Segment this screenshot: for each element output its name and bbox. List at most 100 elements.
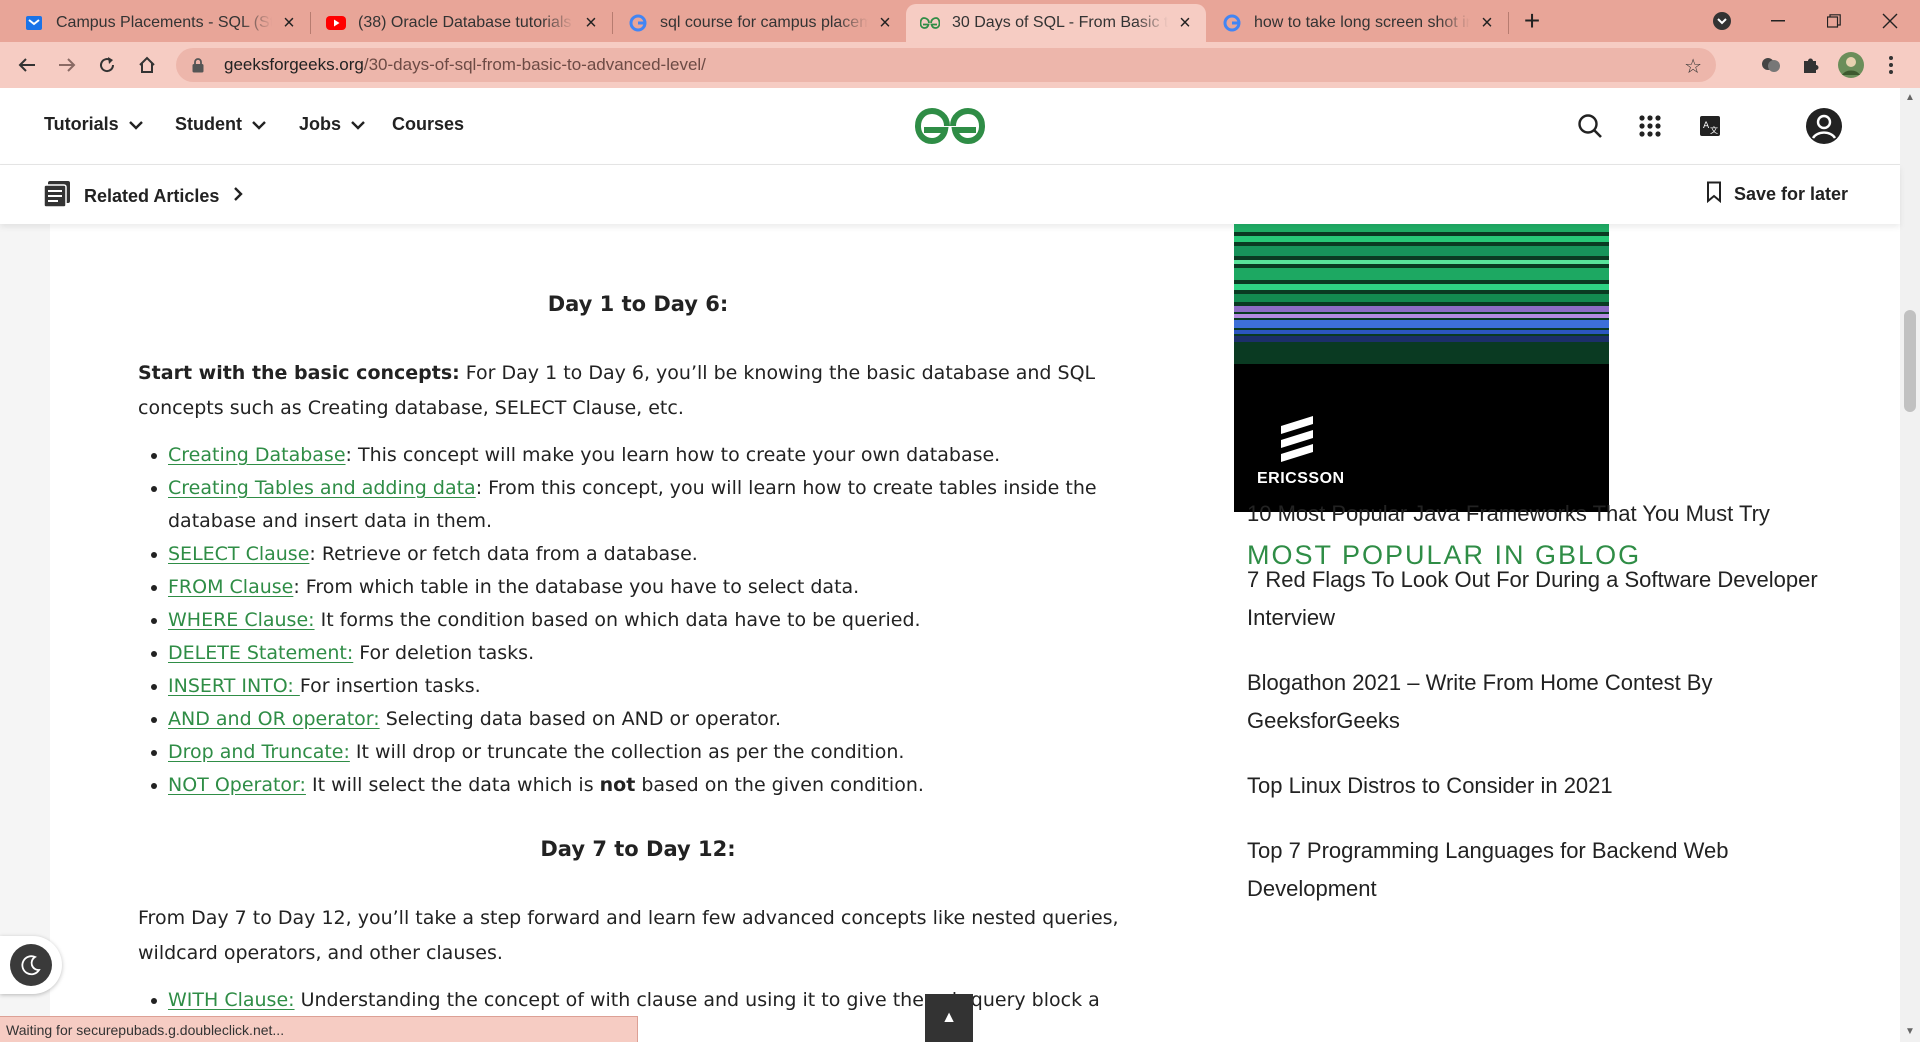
item-description: : From this concept, you will learn how … <box>475 477 1097 499</box>
article-content: Day 1 to Day 6: Start with the basic con… <box>50 224 1204 1018</box>
google-icon <box>1222 13 1242 33</box>
popular-article-link[interactable]: Blogathon 2021 – Write From Home Contest… <box>1247 664 1867 740</box>
back-to-top-button[interactable]: ▲ <box>925 994 973 1042</box>
close-tab-icon[interactable]: × <box>582 12 600 35</box>
popular-article-link[interactable]: Top Linux Distros to Consider in 2021 <box>1247 767 1867 805</box>
search-icon[interactable] <box>1574 110 1606 142</box>
item-description: : From which table in the database you h… <box>293 576 860 598</box>
concept-link[interactable]: INSERT INTO: <box>168 675 300 697</box>
list-item: AND and OR operator: Selecting data base… <box>151 703 1128 736</box>
popular-article-title-cont: Development <box>1247 876 1377 901</box>
tab-search-icon[interactable] <box>1694 0 1750 42</box>
browser-tab[interactable]: how to take long screen shot in w × <box>1208 4 1508 42</box>
popular-article-title: Blogathon 2021 – Write From Home Contest… <box>1247 670 1713 695</box>
popular-article-link[interactable]: 7 Red Flags To Look Out For During a Sof… <box>1247 561 1867 637</box>
svg-text:A: A <box>1703 121 1710 131</box>
list-item: Drop and Truncate: It will drop or trunc… <box>151 736 1128 769</box>
concept-link[interactable]: NOT Operator: <box>168 774 306 796</box>
home-icon[interactable] <box>132 50 162 80</box>
save-for-later-button[interactable]: Save for later <box>1706 181 1848 208</box>
nav-courses[interactable]: Courses <box>392 114 464 135</box>
popular-article-title-cont: GeeksforGeeks <box>1247 708 1400 733</box>
emphasis-text: not <box>599 774 636 796</box>
intro-text: From Day 7 to Day 12, you’ll take a step… <box>138 907 1119 929</box>
item-description: : This concept will make you learn how t… <box>345 444 1001 466</box>
reload-icon[interactable] <box>92 50 122 80</box>
browser-tab[interactable]: Campus Placements - SQL (Struc × <box>10 4 310 42</box>
concept-link[interactable]: Creating Tables and adding data <box>168 477 476 499</box>
list-item: WITH Clause: Understanding the concept o… <box>151 984 1128 1017</box>
user-account-icon[interactable] <box>1804 106 1844 146</box>
popular-article-title: Top 7 Programming Languages for Backend … <box>1247 838 1729 863</box>
section-intro: Start with the basic concepts: For Day 1… <box>138 356 1168 426</box>
extension-icon[interactable] <box>1756 50 1786 80</box>
concept-link[interactable]: SELECT Clause <box>168 543 309 565</box>
chevron-down-icon <box>252 114 266 135</box>
minimize-icon[interactable] <box>1750 0 1806 42</box>
scroll-down-arrow-icon[interactable]: ▼ <box>1905 1026 1915 1037</box>
concept-link[interactable]: WHERE Clause: <box>168 609 315 631</box>
extensions-puzzle-icon[interactable] <box>1796 50 1826 80</box>
lock-icon[interactable] <box>192 57 210 73</box>
forward-icon[interactable] <box>52 50 82 80</box>
url-path: /30-days-of-sql-from-basic-to-advanced-l… <box>363 55 706 74</box>
concept-link[interactable]: Creating Database <box>168 444 346 466</box>
popular-article-link[interactable]: 10 Most Popular Java Frameworks That You… <box>1247 495 1867 533</box>
translate-icon[interactable]: A文 <box>1694 110 1726 142</box>
close-tab-icon[interactable]: × <box>876 12 894 35</box>
restore-icon[interactable] <box>1806 0 1862 42</box>
concept-link[interactable]: AND and OR operator: <box>168 708 380 730</box>
browser-tab[interactable]: sql course for campus placement × <box>614 4 906 42</box>
articles-list-icon <box>43 181 72 212</box>
item-description: For deletion tasks. <box>353 642 535 664</box>
browser-menu-icon[interactable] <box>1876 50 1906 80</box>
concept-list: Creating Database: This concept will mak… <box>151 439 1128 802</box>
chevron-down-icon <box>351 114 365 135</box>
scrollbar-thumb[interactable] <box>1904 310 1916 412</box>
bookmark-star-icon[interactable]: ☆ <box>1684 54 1702 79</box>
close-tab-icon[interactable]: × <box>280 12 298 35</box>
page-scrollbar[interactable]: ▲ ▼ <box>1900 88 1920 1042</box>
popular-article-title: 10 Most Popular Java Frameworks That You… <box>1247 501 1770 526</box>
tab-title: sql course for campus placement <box>660 14 868 31</box>
apps-grid-icon[interactable] <box>1634 110 1666 142</box>
related-articles-button[interactable]: Related Articles <box>43 181 244 212</box>
ad-brand-text: ERICSSON <box>1257 470 1345 487</box>
concept-link[interactable]: WITH Clause: <box>168 989 295 1011</box>
nav-jobs[interactable]: Jobs <box>299 114 365 135</box>
scroll-up-arrow-icon[interactable]: ▲ <box>1905 92 1915 103</box>
url-host: geeksforgeeks.org <box>224 55 364 74</box>
advertisement-banner[interactable]: ERICSSON <box>1234 224 1609 512</box>
intro-text: For Day 1 to Day 6, you’ll be knowing th… <box>459 362 1096 384</box>
nav-student[interactable]: Student <box>175 114 266 135</box>
popular-article-title: Top Linux Distros to Consider in 2021 <box>1247 773 1613 798</box>
section-intro: From Day 7 to Day 12, you’ll take a step… <box>138 901 1168 971</box>
item-description: Selecting data based on AND or operator. <box>379 708 782 730</box>
intro-text-line2: wildcard operators, and other clauses. <box>138 942 503 964</box>
list-item: Creating Database: This concept will mak… <box>151 439 1128 472</box>
close-tab-icon[interactable]: × <box>1478 12 1496 35</box>
tab-separator <box>612 12 613 34</box>
gfg-icon <box>920 13 940 33</box>
address-bar[interactable]: geeksforgeeks.org/30-days-of-sql-from-ba… <box>176 48 1716 82</box>
concept-list: WITH Clause: Understanding the concept o… <box>151 984 1128 1017</box>
concept-link[interactable]: DELETE Statement: <box>168 642 353 664</box>
bookmark-icon <box>1706 181 1722 208</box>
new-tab-button[interactable]: + <box>1518 6 1546 36</box>
browser-tab-active[interactable]: 30 Days of SQL - From Basic to A × <box>906 4 1206 42</box>
nav-tutorials[interactable]: Tutorials <box>44 114 143 135</box>
back-icon[interactable] <box>12 50 42 80</box>
item-description: It forms the condition based on which da… <box>314 609 921 631</box>
popular-article-link[interactable]: Top 7 Programming Languages for Backend … <box>1247 832 1867 908</box>
list-item: Creating Tables and adding data: From th… <box>151 472 1128 538</box>
concept-link[interactable]: FROM Clause <box>168 576 293 598</box>
tab-title: how to take long screen shot in w <box>1254 14 1470 31</box>
close-window-icon[interactable] <box>1862 0 1918 42</box>
profile-avatar-icon[interactable] <box>1836 50 1866 80</box>
gfg-logo[interactable] <box>914 106 986 151</box>
browser-tab[interactable]: (38) Oracle Database tutorials 1: I × <box>312 4 612 42</box>
arrow-up-icon: ▲ <box>941 1009 957 1026</box>
close-tab-icon[interactable]: × <box>1176 12 1194 35</box>
dark-mode-toggle[interactable] <box>0 936 62 994</box>
concept-link[interactable]: Drop and Truncate: <box>168 741 350 763</box>
